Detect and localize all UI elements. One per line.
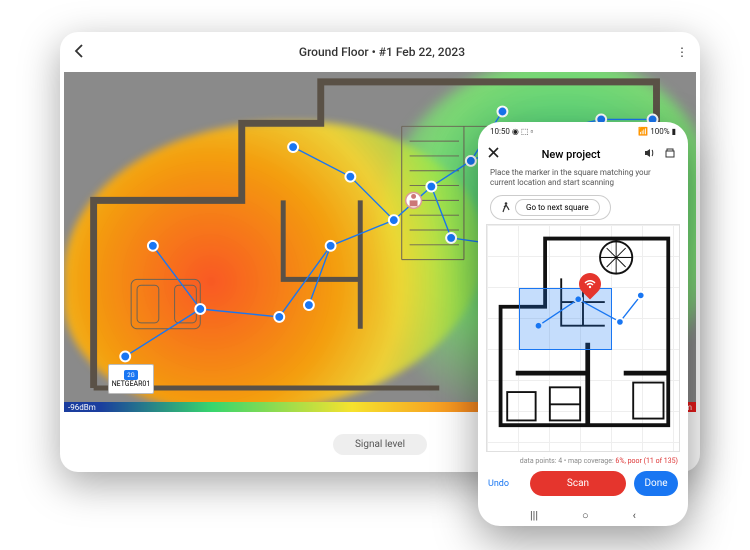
nav-home[interactable]: ○ <box>582 509 589 522</box>
phone-header: New project <box>478 140 688 168</box>
hint-text: Place the marker in the square matching … <box>478 168 688 195</box>
nav-recents[interactable]: ||| <box>530 509 538 522</box>
close-button[interactable] <box>488 147 504 161</box>
person-marker <box>406 192 422 208</box>
wifi-icon: 2G <box>124 370 138 380</box>
active-square <box>519 288 612 350</box>
more-icon[interactable]: ⋮ <box>670 45 686 59</box>
pause-icon[interactable] <box>664 147 678 162</box>
nav-back[interactable]: ‹ <box>633 509 636 522</box>
phone-window: 10:50 ◉ ⬚ ▫ 📶 100% ▮ New project Place t… <box>478 122 688 526</box>
router-label: NETGEAR01 <box>112 380 151 388</box>
status-right: 📶 100% ▮ <box>638 127 676 136</box>
project-title: New project <box>504 148 638 161</box>
status-time: 10:50 ◉ ⬚ ▫ <box>490 127 533 136</box>
walk-icon <box>501 202 510 213</box>
scan-map[interactable] <box>486 224 680 452</box>
sound-icon[interactable] <box>644 147 658 162</box>
wifi-icon <box>584 279 596 289</box>
done-button[interactable]: Done <box>634 471 678 496</box>
back-button[interactable] <box>74 44 94 61</box>
tablet-header: Ground Floor • #1 Feb 22, 2023 ⋮ <box>60 32 700 72</box>
nav-bar: ||| ○ ‹ <box>478 504 688 526</box>
action-bar: Undo Scan Done <box>478 467 688 504</box>
page-title: Ground Floor • #1 Feb 22, 2023 <box>94 45 670 59</box>
location-pin[interactable] <box>579 273 601 295</box>
router-badge[interactable]: 2G NETGEAR01 <box>108 364 154 394</box>
scan-button[interactable]: Scan <box>530 471 626 496</box>
undo-button[interactable]: Undo <box>488 479 522 489</box>
next-square-button[interactable]: Go to next square <box>490 195 611 220</box>
scale-min: -96dBm <box>64 402 100 412</box>
status-bar: 10:50 ◉ ⬚ ▫ 📶 100% ▮ <box>478 122 688 140</box>
phone-stats: data points: 4 • map coverage: 6%, poor … <box>478 452 688 467</box>
